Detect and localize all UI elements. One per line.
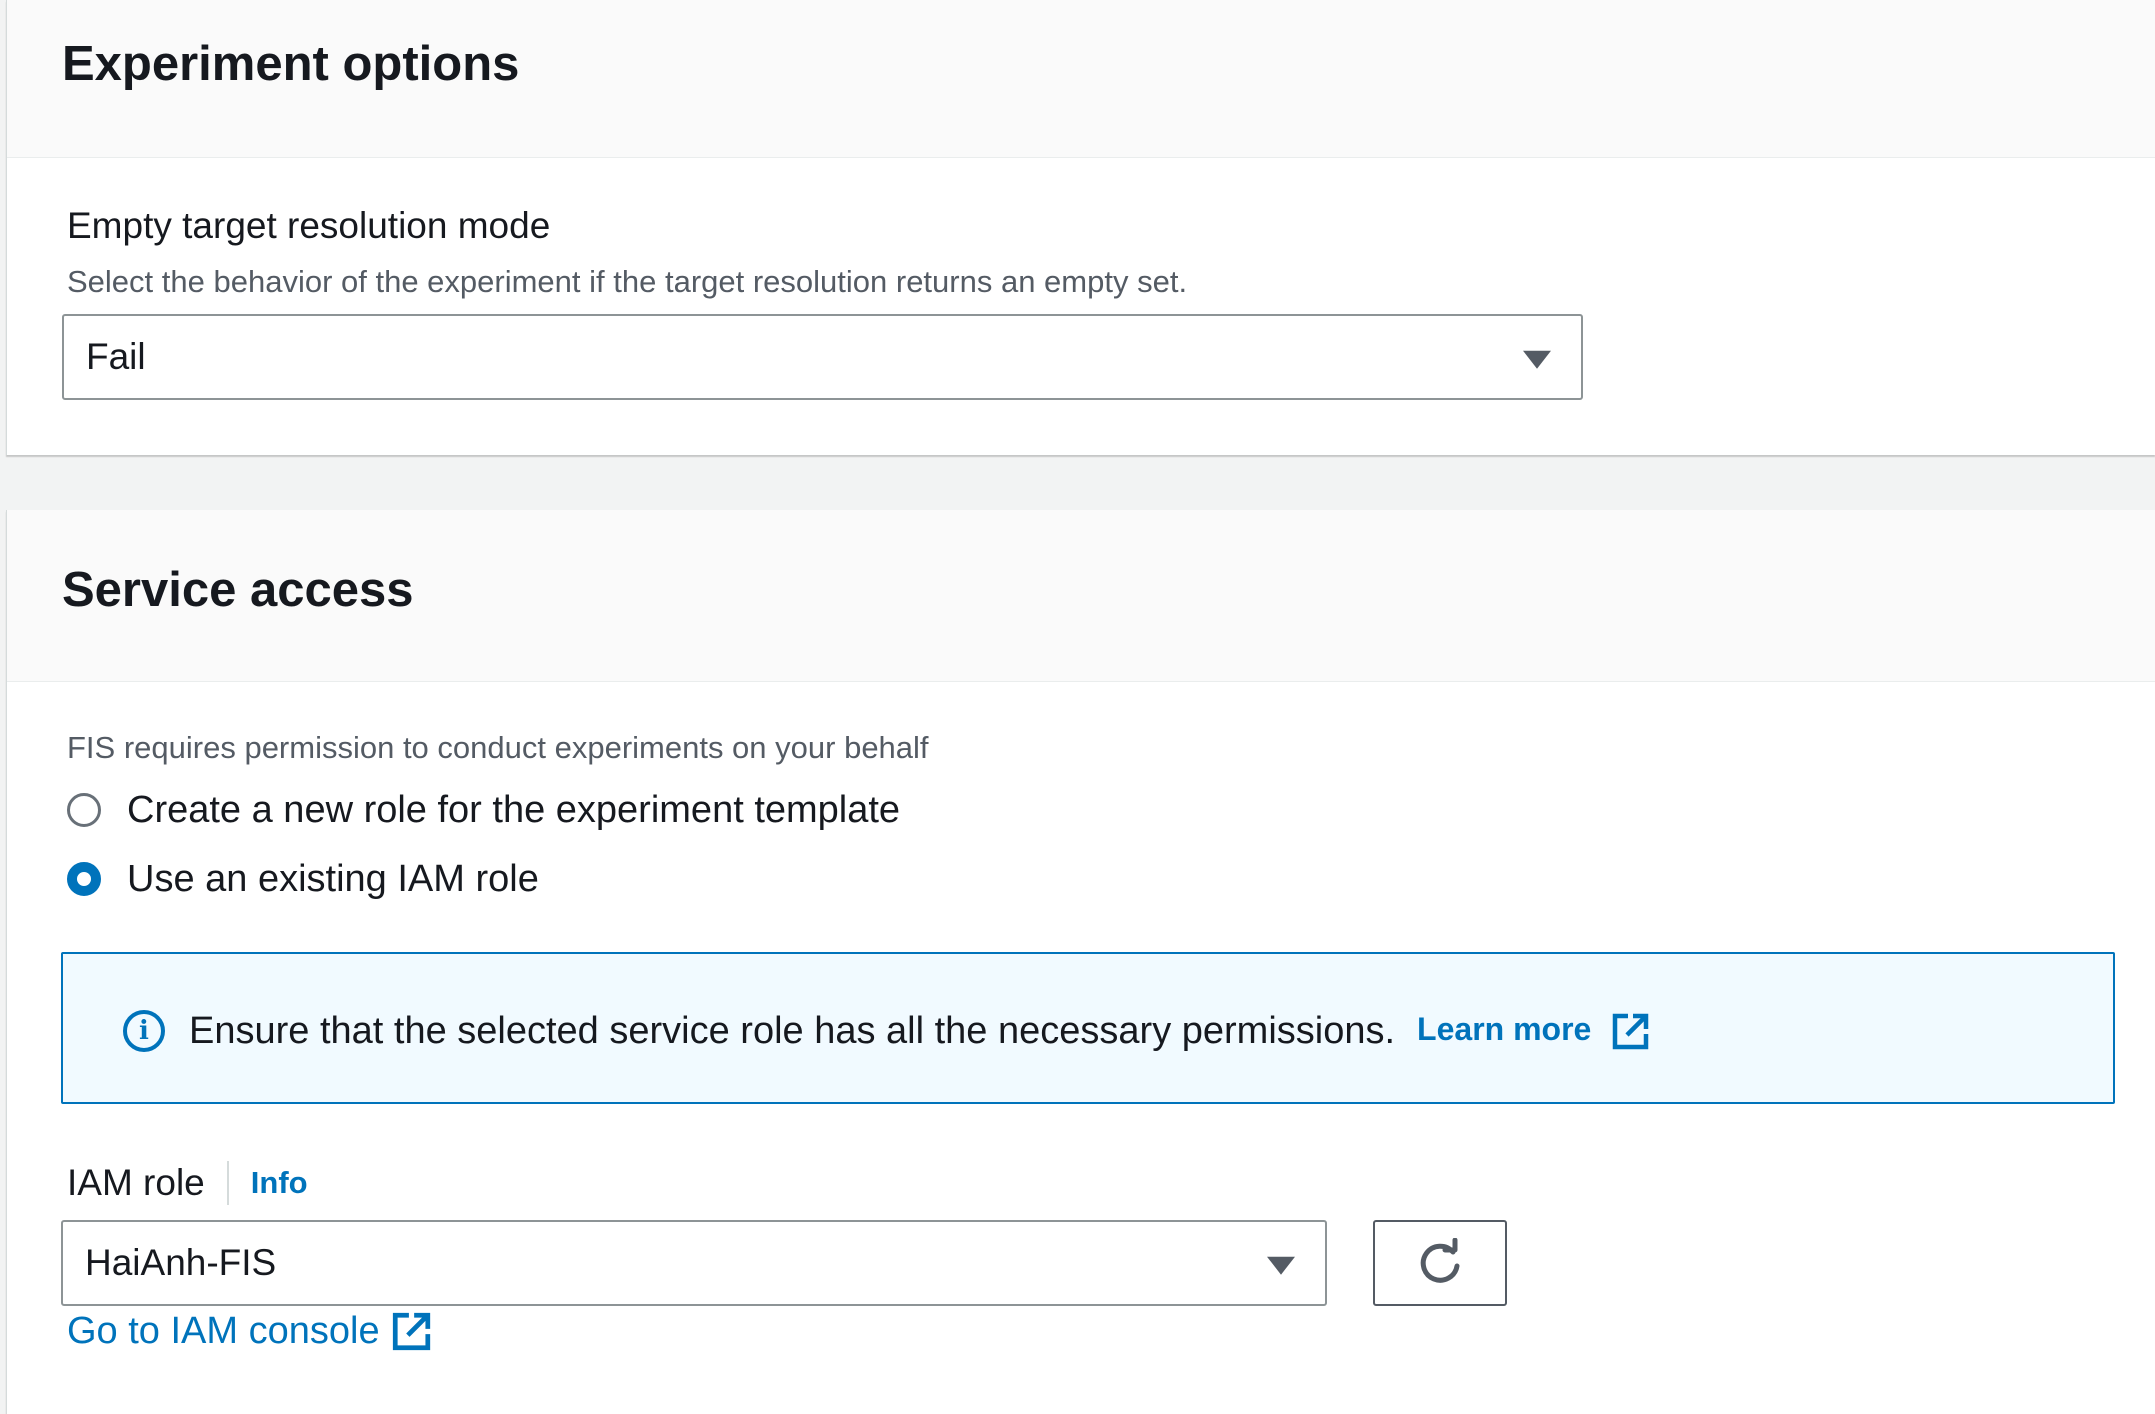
iam-role-label: IAM role: [67, 1162, 205, 1203]
iam-role-selected-value: HaiAnh-FIS: [85, 1242, 277, 1283]
empty-target-selected-value: Fail: [86, 336, 146, 377]
radio-label-use-existing-role: Use an existing IAM role: [127, 857, 539, 900]
caret-down-icon: [1523, 350, 1551, 369]
refresh-button[interactable]: [1373, 1220, 1507, 1306]
info-alert: i Ensure that the selected service role …: [61, 952, 2115, 1104]
radio-button-checked[interactable]: [67, 862, 101, 896]
caret-down-icon: [1267, 1256, 1295, 1275]
radio-create-new-role[interactable]: Create a new role for the experiment tem…: [67, 785, 900, 835]
service-access-description: FIS requires permission to conduct exper…: [67, 730, 929, 765]
iam-role-info-link[interactable]: Info: [251, 1165, 308, 1201]
info-alert-text: Ensure that the selected service role ha…: [189, 1010, 1396, 1052]
experiment-options-panel: Experiment options Empty target resoluti…: [6, 0, 2155, 455]
label-divider: [226, 1161, 229, 1205]
service-access-panel: Service access FIS requires permission t…: [6, 510, 2155, 1414]
learn-more-link[interactable]: Learn more: [1417, 1011, 1650, 1052]
experiment-options-header: Experiment options: [7, 0, 2155, 158]
iam-console-label: Go to IAM console: [67, 1310, 380, 1352]
refresh-icon: [1420, 1238, 1460, 1283]
iam-console-link[interactable]: Go to IAM console: [67, 1310, 432, 1353]
radio-button-unchecked[interactable]: [67, 793, 101, 827]
experiment-options-title: Experiment options: [62, 37, 520, 91]
page: Experiment options Empty target resoluti…: [0, 0, 2155, 1414]
iam-role-label-row: IAM role Info: [67, 1158, 308, 1208]
empty-target-label: Empty target resolution mode: [67, 205, 551, 246]
service-access-header: Service access: [7, 510, 2155, 682]
external-link-icon: [392, 1312, 430, 1350]
radio-use-existing-role[interactable]: Use an existing IAM role: [67, 854, 539, 904]
radio-label-create-new-role: Create a new role for the experiment tem…: [127, 788, 901, 831]
learn-more-label: Learn more: [1417, 1011, 1592, 1048]
iam-role-select[interactable]: HaiAnh-FIS: [61, 1220, 1327, 1306]
service-access-title: Service access: [62, 563, 414, 617]
empty-target-description: Select the behavior of the experiment if…: [67, 264, 1188, 299]
info-icon: i: [123, 1010, 165, 1052]
info-alert-content: Ensure that the selected service role ha…: [189, 1010, 1650, 1053]
external-link-icon: [1612, 1013, 1649, 1050]
empty-target-select[interactable]: Fail: [62, 314, 1583, 400]
